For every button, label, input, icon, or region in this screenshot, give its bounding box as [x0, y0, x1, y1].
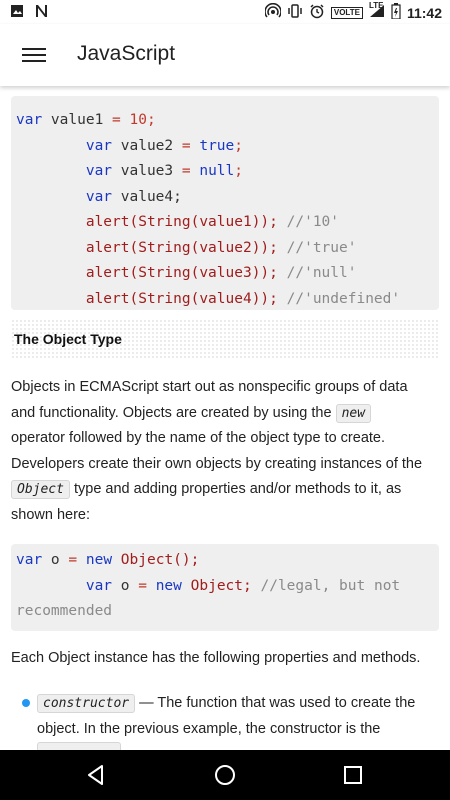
code-token: ; — [146, 112, 156, 128]
code-line: var value2 = true; — [16, 138, 243, 154]
clock: 11:42 — [406, 5, 442, 21]
code-token: true — [199, 137, 235, 154]
inline-code: Object — [11, 480, 70, 500]
code-block: var o = new Object(); var o = new Object… — [11, 544, 439, 631]
code-line: alert(String(value2)); //'true' — [16, 239, 357, 256]
paragraph-line: Object type and adding properties and/or… — [11, 477, 439, 503]
code-token: ; — [234, 137, 243, 154]
paragraph-line: Objects in ECMAScript start out as nonsp… — [11, 379, 408, 395]
volte-badge: VOLTE — [330, 7, 363, 19]
inline-code: constructor — [37, 694, 136, 713]
paragraph-text: and functionality. Objects are created b… — [11, 404, 336, 421]
code-line: var value1 = 10; — [16, 112, 156, 128]
section-heading-text: The Object Type — [14, 331, 122, 347]
code-token: alert(String(value1)); — [16, 214, 287, 230]
code-token: value4; — [112, 188, 182, 205]
code-token: //'true' — [286, 239, 357, 256]
code-line: var value4; — [16, 189, 182, 205]
navigation-bar — [0, 750, 450, 800]
code-token: null — [199, 163, 235, 179]
code-block: var value1 = 10; var value2 = true; var … — [11, 96, 439, 310]
code-token: var — [16, 552, 43, 568]
code-token: var — [16, 112, 43, 128]
code-token: 10 — [129, 112, 147, 128]
code-token: new — [155, 577, 182, 594]
code-token: //'null' — [286, 265, 357, 281]
status-bar: VOLTE LTE 11:42 — [0, 0, 450, 24]
code-token: recommended — [16, 603, 113, 619]
alarm-icon — [309, 3, 325, 23]
page-title: JavaScript — [77, 42, 176, 65]
code-token: //'undefined' — [286, 290, 401, 307]
paragraph-text: type and adding properties and/or method… — [69, 481, 402, 498]
list-item: constructor — The function that was used… — [37, 691, 442, 750]
home-icon[interactable] — [213, 763, 237, 787]
paragraph-line: and functionality. Objects are created b… — [11, 401, 439, 427]
paragraph-line: operator followed by the name of the obj… — [11, 430, 386, 447]
vibrate-icon — [287, 3, 303, 23]
app-bar: JavaScript — [0, 24, 450, 86]
code-line: alert(String(value3)); //'null' — [16, 265, 357, 281]
list-item-line: object. In the previous example, the con… — [37, 720, 381, 737]
inline-code-partial — [37, 742, 121, 750]
inline-code: new — [335, 403, 372, 423]
code-token: var — [16, 577, 113, 594]
code-token: //'10' — [286, 214, 340, 230]
paragraph: Each Object instance has the following p… — [11, 646, 439, 672]
code-token: value1 — [42, 112, 113, 128]
code-token: = — [68, 552, 78, 568]
list-bullet — [22, 699, 30, 707]
code-token: = — [112, 112, 121, 128]
code-token: o — [42, 552, 69, 568]
code-line: var o = new Object; //legal, but not — [16, 578, 400, 594]
code-token: Object; — [181, 577, 261, 594]
code-line: alert(String(value1)); //'10' — [16, 214, 339, 230]
code-line: var value3 = null; — [16, 163, 243, 179]
hamburger-menu-icon[interactable] — [22, 45, 46, 65]
code-token: //legal, but not — [260, 577, 401, 594]
code-token: var — [16, 137, 113, 154]
code-token: value2 — [112, 137, 182, 154]
code-token: value3 — [112, 163, 182, 179]
paragraph-line: Developers create their own objects by c… — [11, 455, 423, 472]
code-token: Object(); — [112, 552, 200, 568]
battery-icon — [391, 3, 401, 23]
code-token: = — [138, 577, 147, 594]
network-label: LTE — [368, 1, 384, 10]
code-token: = — [181, 163, 191, 179]
code-line: var o = new Object(); — [16, 552, 199, 568]
code-token: = — [181, 137, 191, 154]
back-icon[interactable] — [84, 763, 108, 787]
list-item-text: — The function that was used to create t… — [135, 695, 416, 711]
paragraph-line: Each Object instance has the following p… — [11, 650, 421, 666]
section-heading: The Object Type — [11, 319, 439, 359]
image-icon — [10, 4, 24, 22]
code-line: recommended — [16, 603, 112, 619]
code-token: var — [16, 188, 113, 205]
code-token: alert(String(value4)); — [16, 290, 287, 307]
code-token: alert(String(value2)); — [16, 239, 287, 256]
code-token: alert(String(value3)); — [16, 265, 287, 281]
paragraph: Objects in ECMAScript start out as nonsp… — [11, 375, 439, 529]
code-token: ; — [234, 163, 243, 179]
code-token: o — [112, 577, 139, 594]
recent-apps-icon[interactable] — [341, 763, 365, 787]
hotspot-icon — [264, 2, 282, 23]
notification-n-icon — [34, 4, 48, 22]
code-token: new — [85, 552, 113, 568]
list-item-line: constructor — The function that was used… — [37, 691, 442, 717]
list-item-line — [37, 742, 442, 750]
article-content[interactable]: var value1 = 10; var value2 = true; var … — [0, 86, 450, 750]
code-line: alert(String(value4)); //'undefined' — [16, 291, 400, 307]
code-token: var — [16, 163, 113, 179]
signal-lte-icon: LTE — [369, 1, 385, 22]
paragraph-line: shown here: — [11, 506, 90, 523]
